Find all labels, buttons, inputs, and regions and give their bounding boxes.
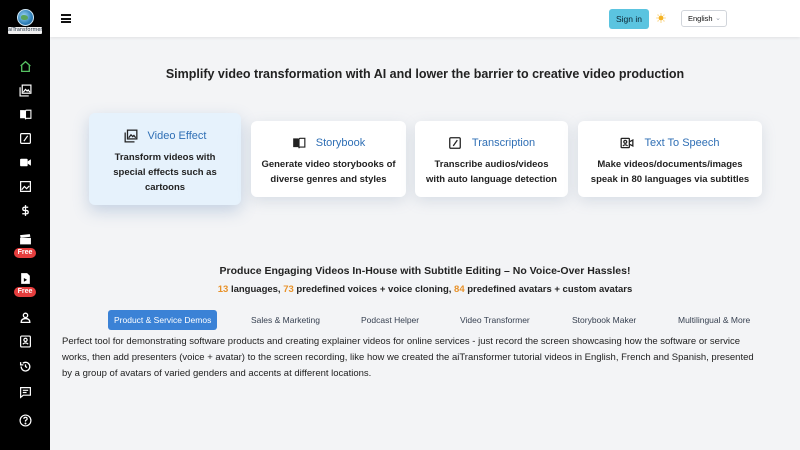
sidebar-item-account[interactable] <box>0 311 50 324</box>
sidebar-item-contacts[interactable] <box>0 335 50 348</box>
card-video-effect[interactable]: Video Effect Transform videos with speci… <box>89 113 241 205</box>
sidebar-item-home[interactable] <box>0 60 50 73</box>
voices-count: 73 <box>283 284 294 295</box>
card-title-text: Transcription <box>471 137 536 149</box>
sidebar-item-transcription[interactable] <box>0 132 50 145</box>
stats-text: languages, <box>228 284 284 295</box>
tab-product-service-demos[interactable]: Product & Service Demos <box>108 310 218 330</box>
card-title: Transcription <box>415 136 568 150</box>
sidebar-item-image[interactable] <box>0 180 50 193</box>
card-title-text: Video Effect <box>147 130 207 142</box>
chevron-down-icon: ⌄ <box>715 15 721 22</box>
card-description-line: speak in 80 languages via subtitles <box>590 174 750 185</box>
avatars-count: 84 <box>454 284 465 295</box>
top-header: Sign in English ⌄ <box>50 0 800 37</box>
edit-icon <box>19 133 31 144</box>
help-icon <box>18 414 32 427</box>
tab-podcast-helper[interactable]: Podcast Helper <box>355 310 425 330</box>
logo-wordmark: aiTransformer <box>8 27 42 34</box>
app-logo[interactable]: aiTransformer <box>8 7 42 37</box>
sidebar-item-file-video[interactable]: Free <box>0 272 50 297</box>
file-video-icon <box>20 273 30 284</box>
card-storybook[interactable]: Storybook Generate video storybooks of d… <box>251 121 406 197</box>
sidebar-item-pricing[interactable] <box>0 204 50 217</box>
open-book-icon <box>292 137 306 149</box>
page-headline: Simplify video transformation with AI an… <box>165 67 685 81</box>
clapperboard-icon <box>19 234 31 245</box>
card-description-line: special effects such as <box>113 167 217 178</box>
sun-icon[interactable] <box>656 13 666 23</box>
card-text-to-speech[interactable]: Text To Speech Make videos/documents/ima… <box>578 121 762 197</box>
tab-multilingual-more[interactable]: Multilingual & More <box>672 310 756 330</box>
section-subheadline: Produce Engaging Videos In-House with Su… <box>219 265 631 277</box>
tab-sales-marketing[interactable]: Sales & Marketing <box>245 310 326 330</box>
sidebar-item-gallery[interactable] <box>0 84 50 97</box>
card-title-text: Text To Speech <box>644 137 720 149</box>
sidebar-item-storybook[interactable] <box>0 108 50 121</box>
sidebar-item-history[interactable] <box>0 360 50 373</box>
sidebar-item-video[interactable] <box>0 156 50 169</box>
dollar-icon <box>21 205 29 216</box>
stats-text: predefined voices + voice cloning, <box>293 284 455 295</box>
card-description-line: Transcribe audios/videos <box>434 159 549 170</box>
card-description: Transform videos with special effects su… <box>89 150 241 195</box>
book-icon <box>19 109 31 120</box>
card-description-line: Generate video storybooks of <box>261 159 396 170</box>
menu-icon[interactable] <box>61 14 71 23</box>
free-badge: Free <box>13 287 37 297</box>
history-icon <box>19 361 30 372</box>
sidebar-item-help[interactable] <box>0 414 50 427</box>
card-description-line: cartoons <box>144 182 186 193</box>
globe-icon <box>17 9 34 26</box>
video-icon <box>19 158 31 167</box>
transcribe-icon <box>449 137 461 149</box>
tab-video-transformer[interactable]: Video Transformer <box>454 310 536 330</box>
card-description-line: Transform videos with <box>114 152 216 163</box>
home-icon <box>19 60 31 73</box>
tab-storybook-maker[interactable]: Storybook Maker <box>566 310 642 330</box>
user-icon <box>20 312 30 324</box>
sidebar-item-clapper[interactable]: Free <box>0 233 50 258</box>
sign-in-button[interactable]: Sign in <box>609 9 649 29</box>
image-icon <box>19 181 31 192</box>
card-description-line: Make videos/documents/images <box>597 159 743 170</box>
tab-description: Perfect tool for demonstrating software … <box>62 336 754 379</box>
feature-stats: 13 languages, 73 predefined voices + voi… <box>50 284 800 295</box>
card-description: Generate video storybooks of diverse gen… <box>251 157 406 187</box>
stats-text: predefined avatars + custom avatars <box>464 284 633 295</box>
free-badge: Free <box>13 248 37 258</box>
language-select[interactable]: English ⌄ <box>681 10 727 27</box>
contact-icon <box>19 335 31 348</box>
card-title: Text To Speech <box>578 136 762 150</box>
tts-video-icon <box>621 137 634 149</box>
gallery-icon <box>18 84 32 97</box>
message-icon <box>19 387 31 399</box>
card-title: Storybook <box>251 136 406 150</box>
card-description-line: diverse genres and styles <box>270 174 387 185</box>
image-stack-icon <box>124 129 138 143</box>
card-title-text: Storybook <box>315 137 366 149</box>
language-value: English <box>688 14 713 23</box>
card-description: Make videos/documents/images speak in 80… <box>578 157 762 187</box>
sidebar-item-feedback[interactable] <box>0 386 50 399</box>
card-transcription[interactable]: Transcription Transcribe audios/videos w… <box>415 121 568 197</box>
card-description: Transcribe audios/videos with auto langu… <box>415 157 568 187</box>
languages-count: 13 <box>217 284 229 295</box>
sidebar: aiTransformer Free Free <box>0 0 50 450</box>
card-description-line: with auto language detection <box>426 174 557 185</box>
card-title: Video Effect <box>89 129 241 143</box>
